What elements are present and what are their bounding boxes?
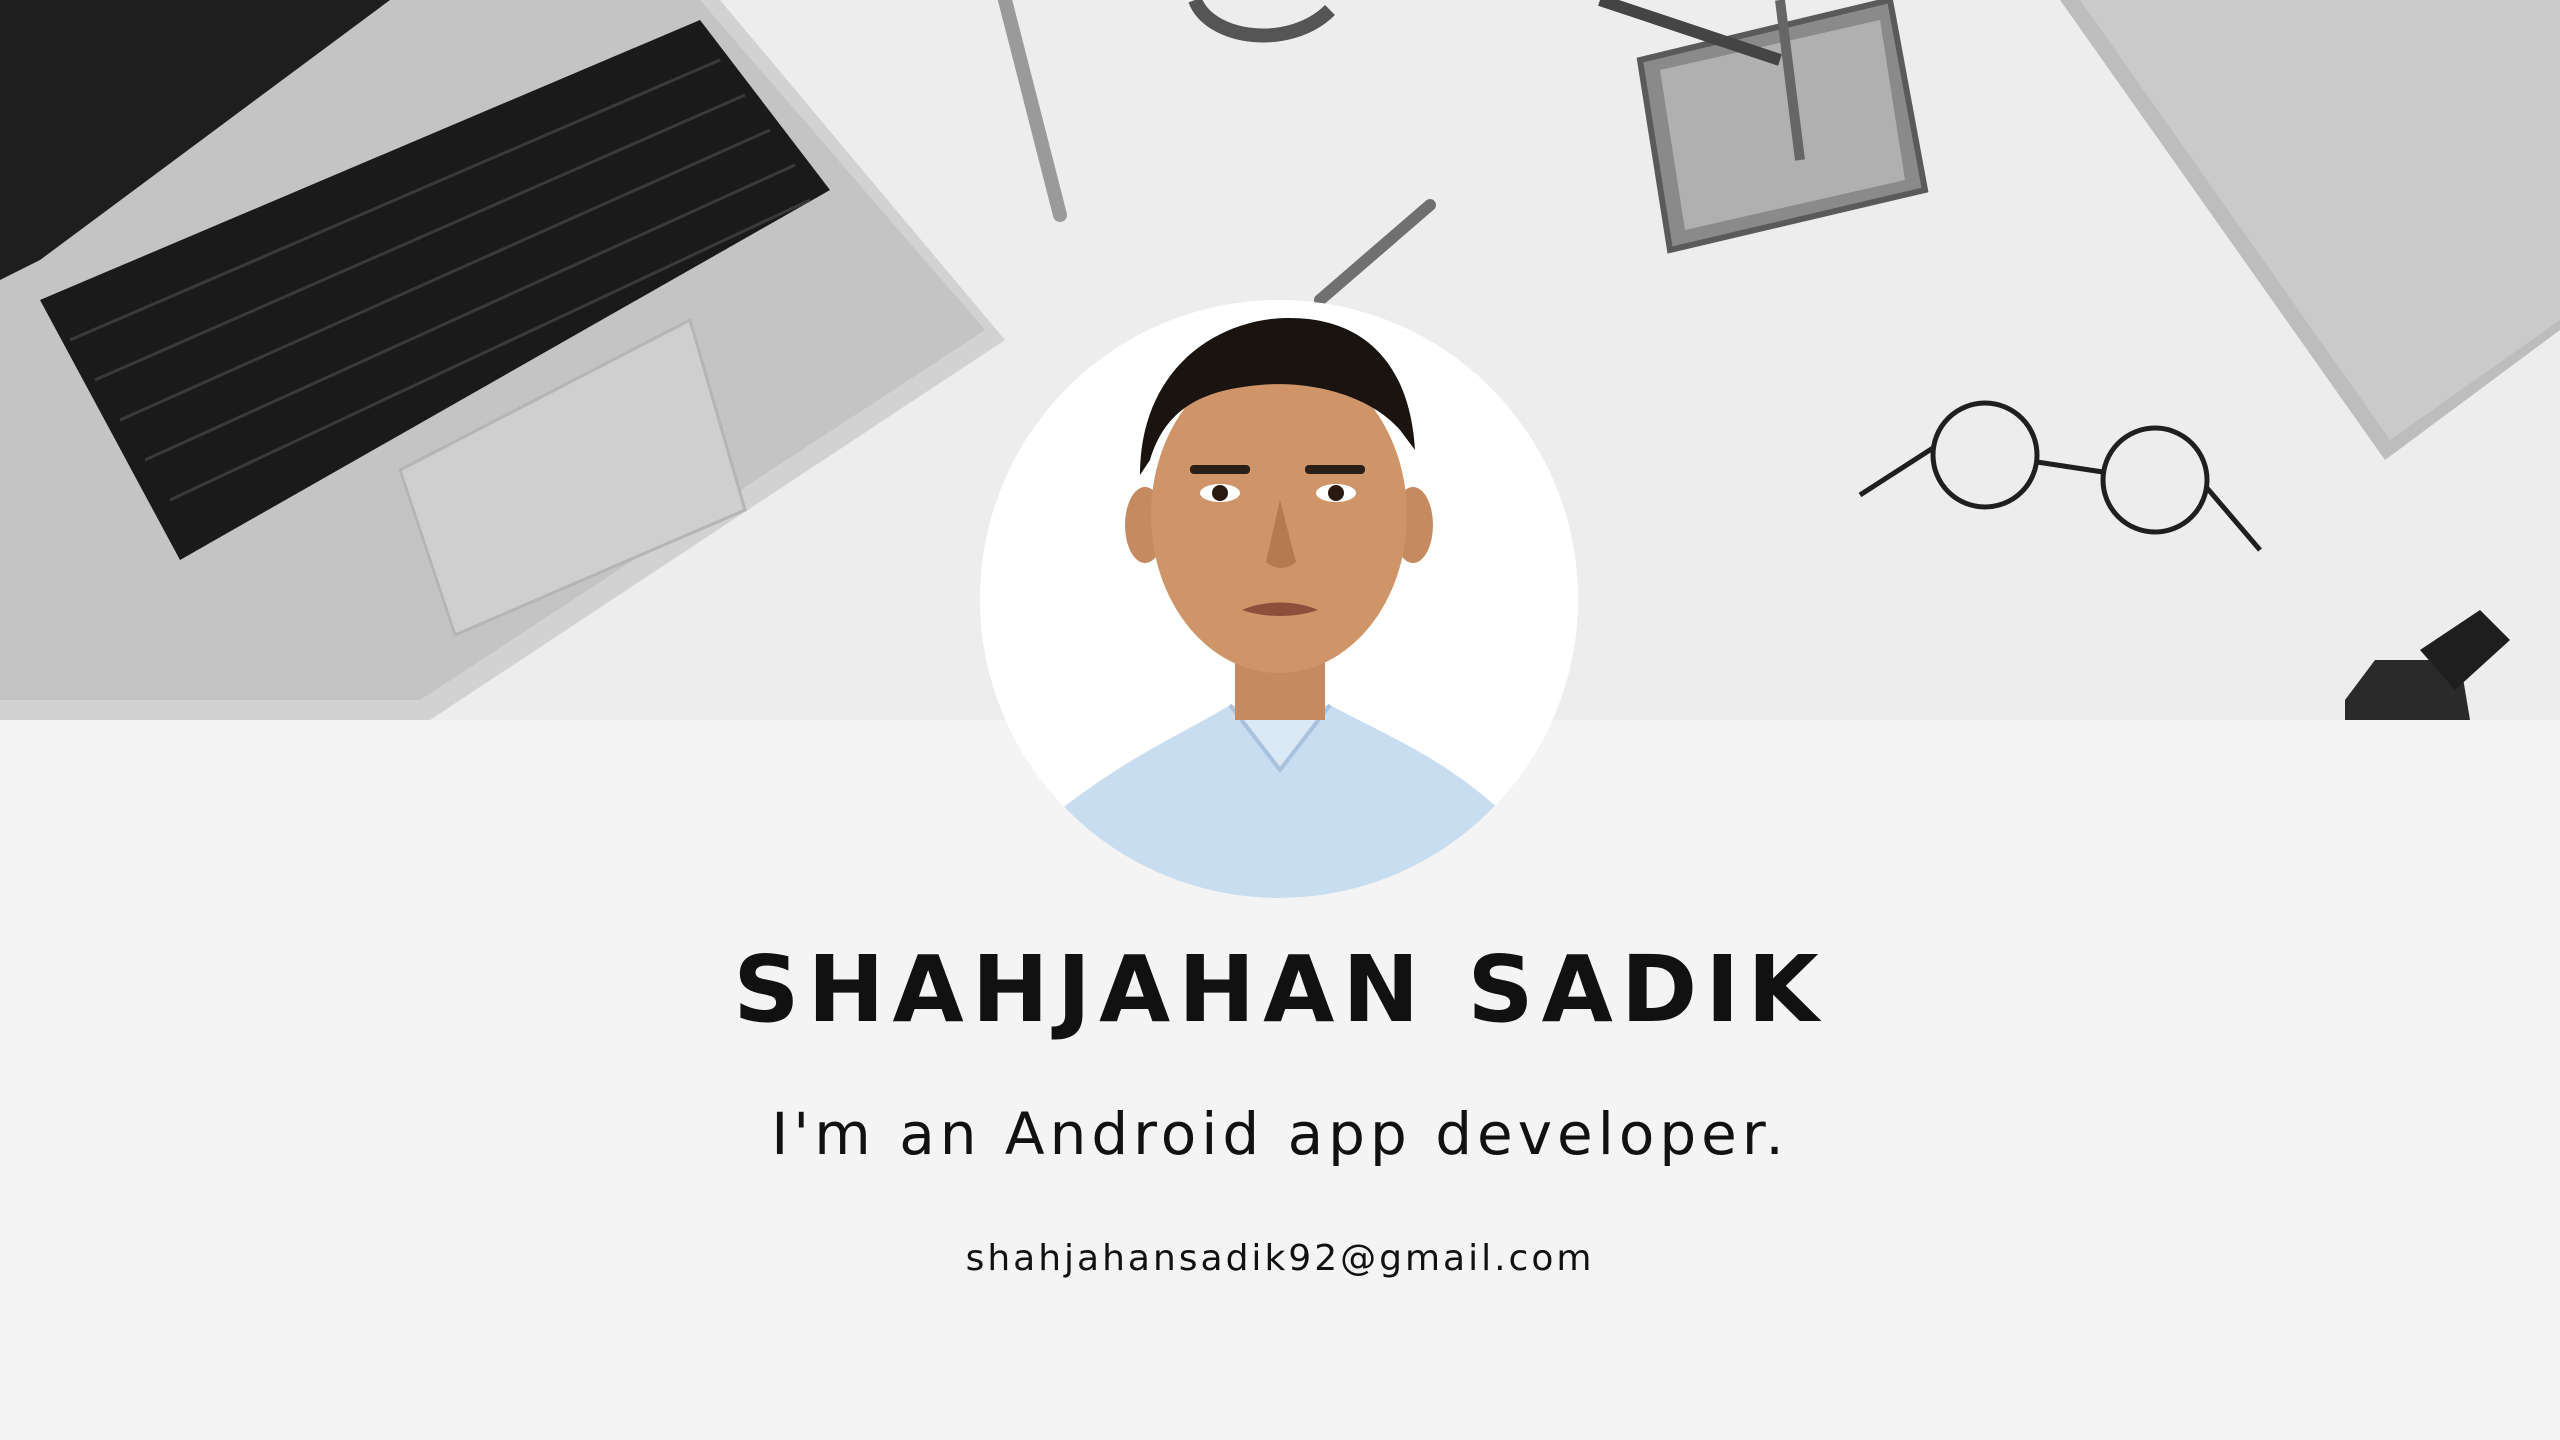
- profile-email[interactable]: shahjahansadik92@gmail.com: [0, 1236, 2560, 1282]
- profile-tagline: I'm an Android app developer.: [771, 1100, 1789, 1168]
- profile-name: SHAHJAHAN SADIK: [733, 936, 1827, 1043]
- profile-avatar: [980, 300, 1578, 898]
